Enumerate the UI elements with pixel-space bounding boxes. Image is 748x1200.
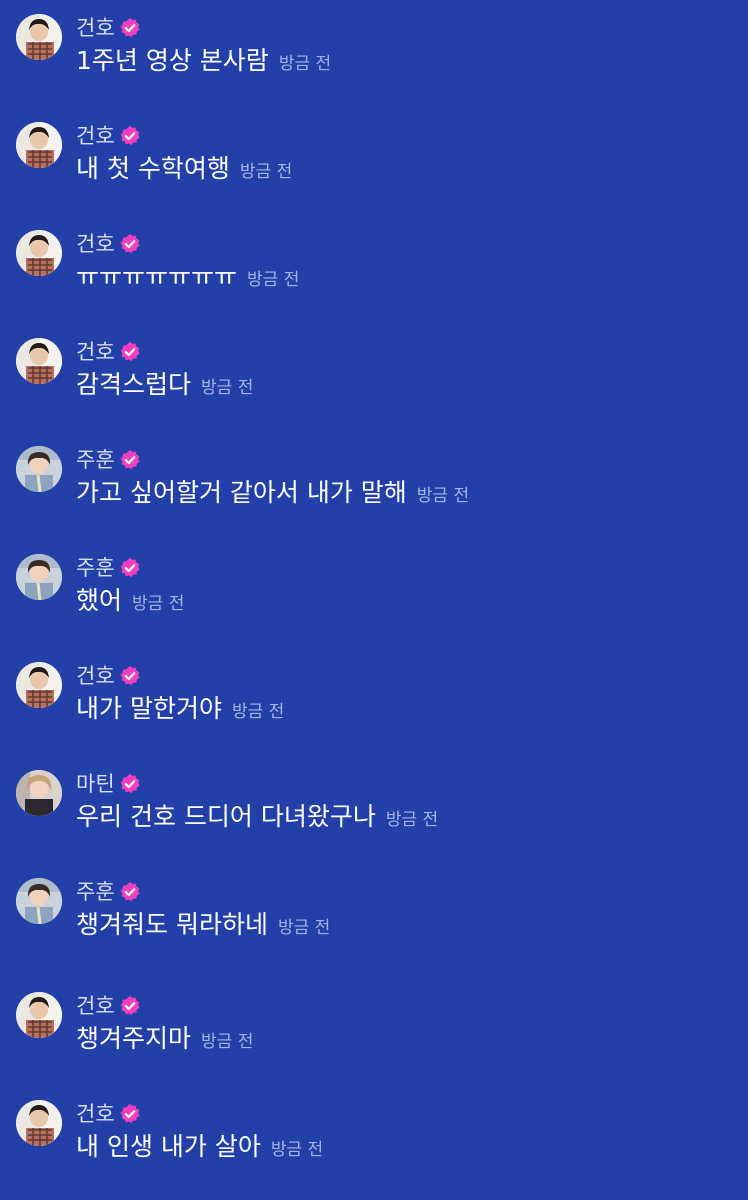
sender-name: 주훈 [76, 880, 115, 904]
avatar-geonho[interactable] [16, 662, 62, 708]
message-text: 내 첫 수학여행 [76, 154, 230, 183]
message-timestamp: 방금 전 [270, 1140, 324, 1160]
sender-name: 건호 [76, 124, 115, 148]
message-timestamp: 방금 전 [247, 270, 300, 290]
verified-badge-icon [120, 881, 140, 902]
chat-message: 건호 감격스럽다 방금 전 [0, 324, 748, 424]
avatar-geonho[interactable] [16, 992, 62, 1038]
message-text: 했어 [76, 586, 123, 615]
message-timestamp: 방금 전 [132, 594, 185, 614]
chat-message: 주훈 챙겨줘도 뭐라하네 방금 전 [0, 864, 748, 964]
message-text: 우리 건호 드디어 다녀왔구나 [76, 802, 376, 831]
chat-message: 주훈 가고 싶어할거 같아서 내가 말해 방금 전 [0, 432, 748, 532]
verified-badge-icon [120, 125, 140, 146]
chat-message: 건호 챙겨주지마 방금 전 [0, 978, 748, 1078]
chat-message: 건호 1주년 영상 본사람 방금 전 [0, 0, 748, 100]
message-timestamp: 방금 전 [277, 918, 331, 938]
chat-message: 건호 내 인생 내가 살아 방금 전 [0, 1086, 748, 1186]
chat-message: 건호 내 첫 수학여행 방금 전 [0, 108, 748, 208]
verified-badge-icon [120, 665, 140, 686]
sender-name: 건호 [76, 1102, 115, 1126]
verified-badge-icon [120, 17, 140, 38]
chat-message: 건호 내가 말한거야 방금 전 [0, 648, 748, 748]
sender-name: 건호 [76, 340, 115, 364]
avatar-geonho[interactable] [16, 14, 62, 60]
avatar-geonho[interactable] [16, 338, 62, 384]
avatar-geonho[interactable] [16, 122, 62, 168]
avatar-geonho[interactable] [16, 1100, 62, 1146]
avatar-juhun[interactable] [16, 446, 62, 492]
avatar-geonho[interactable] [16, 230, 62, 276]
message-timestamp: 방금 전 [231, 702, 285, 722]
message-text: 챙겨주지마 [76, 1024, 192, 1053]
chat-message-list: 건호 1주년 영상 본사람 방금 전 건호 내 첫 수학여행 방금 전 건호 ㅠ… [0, 0, 748, 1200]
message-text: ㅠㅠㅠㅠㅠㅠㅠ [76, 262, 238, 291]
verified-badge-icon [120, 773, 140, 794]
message-timestamp: 방금 전 [385, 810, 439, 830]
message-timestamp: 방금 전 [278, 54, 332, 74]
chat-message: 주훈 했어 방금 전 [0, 540, 748, 640]
verified-badge-icon [120, 341, 140, 362]
message-timestamp: 방금 전 [416, 486, 470, 506]
message-timestamp: 방금 전 [201, 378, 254, 398]
message-text: 내가 말한거야 [76, 694, 222, 723]
verified-badge-icon [120, 995, 140, 1016]
sender-name: 마틴 [76, 772, 115, 796]
avatar-juhun[interactable] [16, 554, 62, 600]
sender-name: 건호 [76, 994, 115, 1018]
message-text: 감격스럽다 [76, 370, 192, 399]
sender-name: 건호 [76, 16, 115, 40]
avatar-martin[interactable] [16, 770, 62, 816]
avatar-juhun[interactable] [16, 878, 62, 924]
verified-badge-icon [120, 557, 140, 578]
verified-badge-icon [120, 1103, 140, 1124]
verified-badge-icon [120, 449, 140, 470]
message-text: 1주년 영상 본사람 [76, 46, 269, 75]
sender-name: 건호 [76, 232, 115, 256]
message-timestamp: 방금 전 [201, 1032, 254, 1052]
message-text: 가고 싶어할거 같아서 내가 말해 [76, 478, 407, 507]
sender-name: 주훈 [76, 448, 115, 472]
chat-message: 마틴 우리 건호 드디어 다녀왔구나 방금 전 [0, 756, 748, 856]
chat-message: 건호 ㅠㅠㅠㅠㅠㅠㅠ 방금 전 [0, 216, 748, 316]
message-text: 챙겨줘도 뭐라하네 [76, 910, 268, 939]
sender-name: 건호 [76, 664, 115, 688]
message-timestamp: 방금 전 [239, 162, 293, 182]
message-text: 내 인생 내가 살아 [76, 1132, 261, 1161]
sender-name: 주훈 [76, 556, 115, 580]
verified-badge-icon [120, 233, 140, 254]
